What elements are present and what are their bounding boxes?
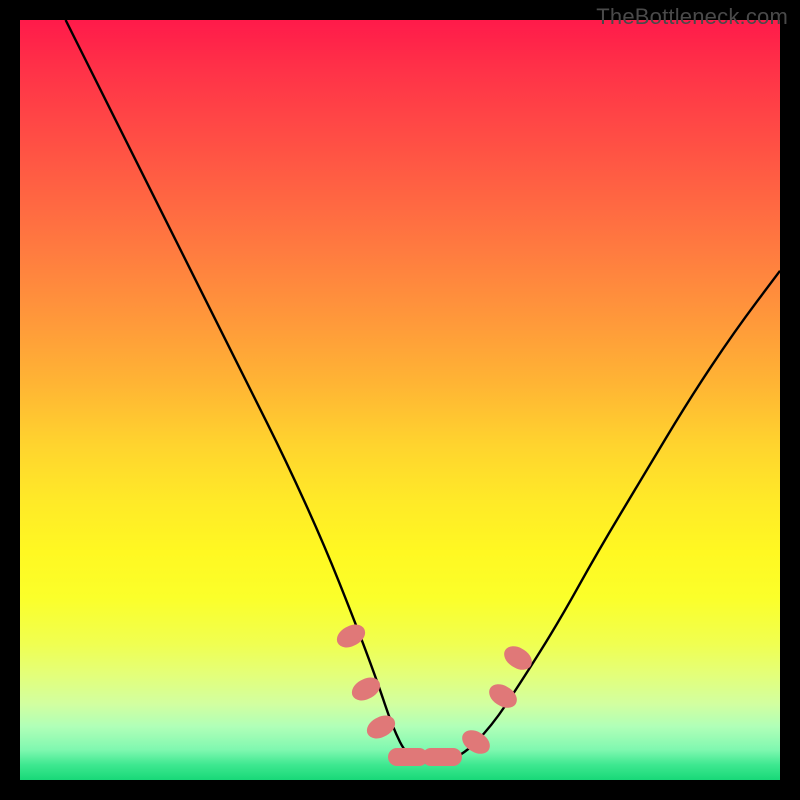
curve-marker [500,642,536,675]
curve-marker [422,748,462,766]
curve-marker [348,673,384,705]
plot-area [20,20,780,780]
curve-marker [485,680,521,713]
curve-marker [333,620,369,652]
curve-markers [20,20,780,780]
curve-marker [363,711,399,743]
curve-marker [458,726,494,759]
watermark-text: TheBottleneck.com [596,4,788,30]
